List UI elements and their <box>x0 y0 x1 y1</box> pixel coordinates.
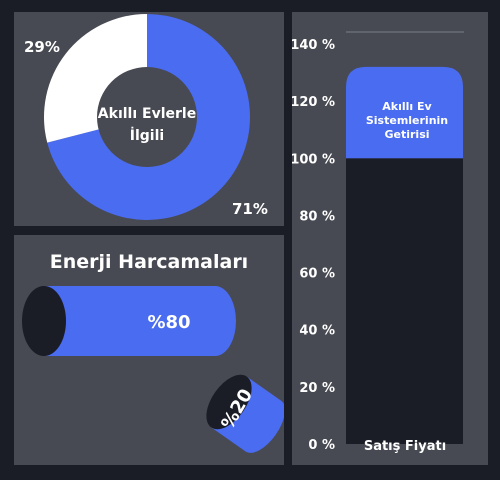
energy-cylinder-80-label: %80 <box>147 312 190 333</box>
energy-cylinder-80-end <box>194 286 236 356</box>
donut-slice-label-white: 29% <box>24 38 60 56</box>
energy-cylinder-80: %80 <box>22 286 236 356</box>
price-bar-chart-panel: 0 % 20 % 40 % 60 % 80 % 100 % 120 % 140 % Akıll… <box>290 12 488 465</box>
y-tick-label: 120 % <box>292 95 335 110</box>
donut-center-title-line-2: İlgili <box>130 127 164 144</box>
y-tick-label: 140 % <box>292 38 335 53</box>
donut-center-title-line-1: Akıllı Evlerle <box>98 106 196 122</box>
energy-chart-panel: Enerji Harcamaları %80 %20 <box>14 235 284 465</box>
energy-cylinder-chart: %80 %20 <box>22 286 284 453</box>
y-tick-label: 60 % <box>299 267 335 282</box>
bar-segment-base <box>346 158 463 445</box>
y-tick-label: 80 % <box>299 209 335 224</box>
y-tick-label: 40 % <box>299 324 335 339</box>
price-bar-chart: 0 % 20 % 40 % 60 % 80 % 100 % 120 % 140 % Akıll… <box>290 31 464 454</box>
energy-cylinder-80-face <box>22 286 66 356</box>
donut-slice-label-blue: 71% <box>232 200 268 218</box>
bar-segment-label-line-1: Akıllı Ev <box>382 100 432 113</box>
y-tick-label: 20 % <box>299 381 335 396</box>
y-tick-label: 0 % <box>308 438 335 453</box>
bar-segment-label-line-3: Getirisi <box>384 128 429 141</box>
bar-segment-label-line-2: Sistemlerinin <box>366 114 448 127</box>
y-tick-label: 100 % <box>292 152 335 167</box>
x-axis-category-label: Satış Fiyatı <box>364 439 446 454</box>
donut-chart-panel: Akıllı Evlerle İlgili 29% 71% <box>14 12 284 226</box>
